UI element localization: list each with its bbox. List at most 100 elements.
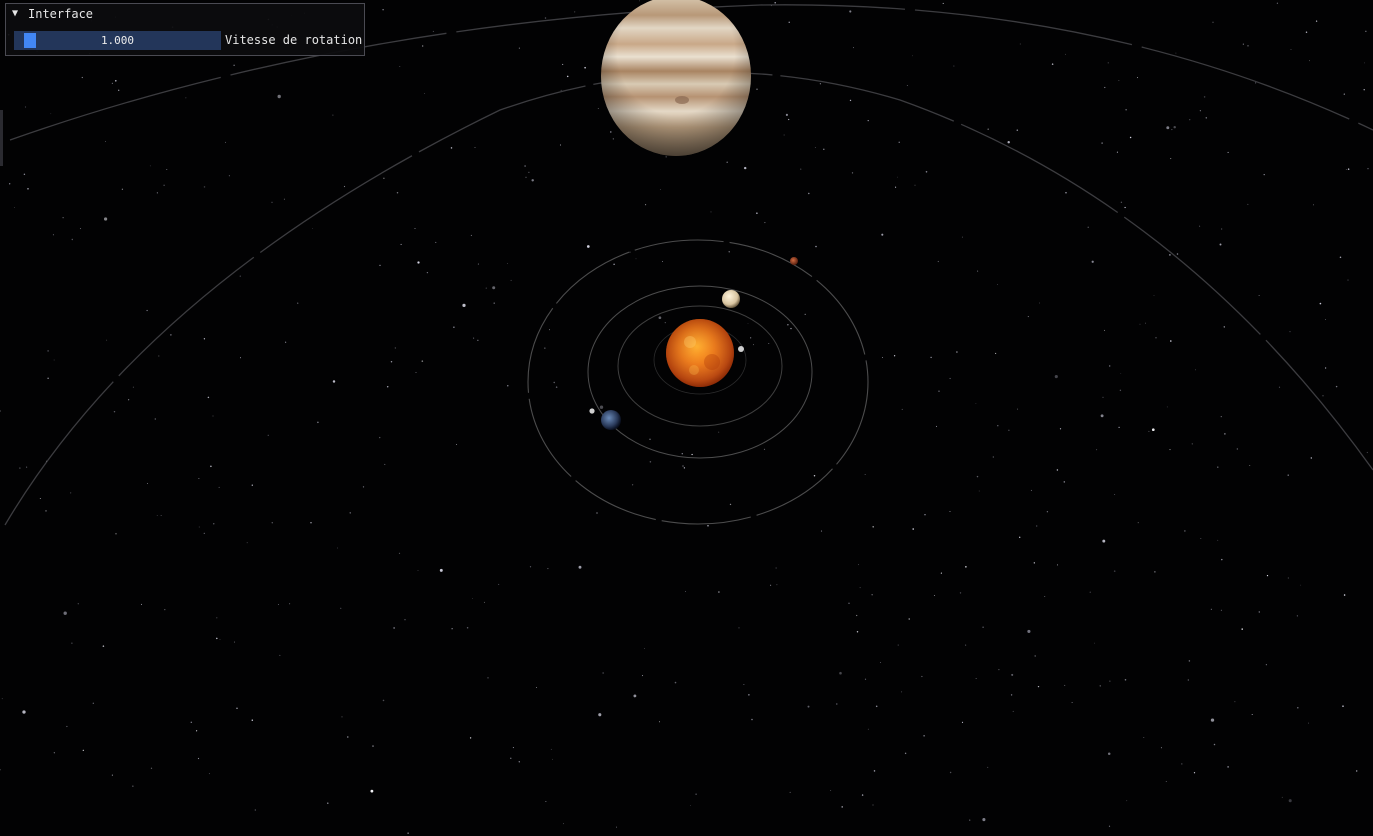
star <box>382 699 385 702</box>
star <box>612 138 614 140</box>
star <box>370 789 374 793</box>
star <box>115 532 117 535</box>
star <box>1263 173 1265 176</box>
star <box>1254 82 1257 84</box>
star <box>1153 294 1155 296</box>
star <box>332 380 336 383</box>
star <box>1144 322 1147 324</box>
star <box>47 350 49 352</box>
star <box>1242 43 1244 45</box>
solar-system-viewport[interactable] <box>0 0 1373 836</box>
star <box>92 702 94 704</box>
star <box>552 758 553 760</box>
sun[interactable] <box>666 319 734 387</box>
earth-planet[interactable] <box>601 410 621 430</box>
star <box>1181 763 1183 765</box>
star <box>156 515 158 516</box>
star <box>1100 414 1104 418</box>
venus-planet[interactable] <box>722 290 740 308</box>
star <box>804 313 806 316</box>
star <box>662 261 663 263</box>
star <box>975 678 977 679</box>
star <box>747 323 749 324</box>
rotation-speed-slider[interactable]: 1.000 <box>14 31 221 50</box>
star <box>1126 800 1128 802</box>
star <box>1217 466 1219 468</box>
star <box>70 492 72 494</box>
star <box>776 584 778 586</box>
star <box>978 490 980 492</box>
star <box>1224 433 1226 435</box>
star <box>644 647 646 649</box>
panel-header[interactable]: ▼ Interface <box>6 4 364 24</box>
star <box>196 730 198 732</box>
star <box>158 355 160 357</box>
mars-planet[interactable] <box>790 257 798 265</box>
star <box>1051 63 1054 65</box>
star <box>1120 201 1123 203</box>
star <box>1169 254 1171 256</box>
moon[interactable] <box>589 408 595 414</box>
star <box>940 572 942 574</box>
star <box>1366 451 1368 454</box>
star <box>848 602 850 605</box>
star <box>492 286 496 290</box>
star <box>71 642 73 644</box>
star <box>578 565 582 569</box>
star <box>562 63 564 65</box>
star <box>9 183 11 185</box>
star <box>691 453 693 456</box>
star <box>23 173 26 176</box>
mercury-planet[interactable] <box>738 346 744 352</box>
star <box>1119 389 1122 392</box>
star <box>743 684 745 685</box>
star <box>531 179 534 182</box>
star <box>961 236 963 238</box>
star <box>1027 316 1029 318</box>
jupiter-planet[interactable] <box>601 0 751 156</box>
star <box>529 566 532 568</box>
star <box>1367 168 1369 170</box>
star <box>856 614 858 617</box>
star <box>1103 329 1106 331</box>
star <box>1155 337 1157 339</box>
star <box>1278 386 1281 388</box>
star <box>995 352 997 354</box>
star <box>1296 615 1299 617</box>
star <box>1203 96 1206 98</box>
star <box>695 793 697 795</box>
star <box>748 694 750 696</box>
star <box>1054 375 1058 379</box>
star <box>851 172 854 174</box>
star <box>563 823 564 825</box>
star <box>246 542 248 544</box>
star <box>718 591 720 593</box>
star <box>1151 428 1155 432</box>
star <box>528 171 530 173</box>
star <box>1039 302 1040 304</box>
star <box>236 707 238 710</box>
star <box>992 456 994 458</box>
star <box>343 185 346 188</box>
star <box>813 475 816 477</box>
interface-panel: ▼ Interface 1.000 Vitesse de rotation <box>5 3 365 56</box>
star <box>921 675 923 678</box>
star <box>1099 685 1101 687</box>
star <box>106 339 108 341</box>
star <box>424 93 425 94</box>
star <box>881 233 884 236</box>
collapse-arrow-icon[interactable]: ▼ <box>12 6 18 22</box>
star <box>1219 243 1222 246</box>
star <box>1258 294 1260 296</box>
star <box>203 186 206 188</box>
star <box>1171 129 1173 131</box>
star <box>473 337 475 339</box>
star <box>1217 539 1219 541</box>
star <box>1221 558 1223 561</box>
star <box>1170 340 1172 342</box>
star <box>763 448 766 450</box>
star <box>976 475 979 478</box>
star <box>212 415 214 417</box>
star <box>897 644 899 646</box>
star <box>987 128 989 130</box>
